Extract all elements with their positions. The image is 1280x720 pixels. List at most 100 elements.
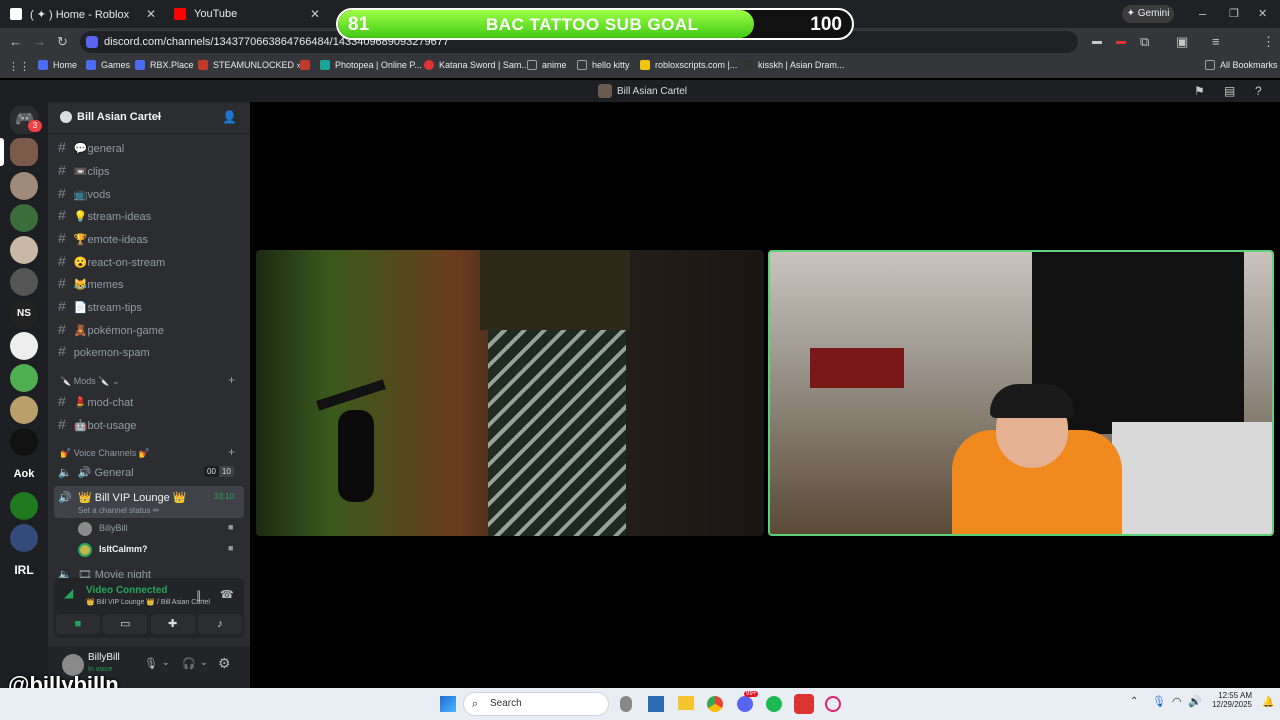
server-icon[interactable] xyxy=(10,524,38,552)
notifications-bell-icon[interactable]: 🔔 xyxy=(1262,697,1274,708)
close-tab-icon[interactable]: ✕ xyxy=(146,7,156,21)
server-icon[interactable] xyxy=(10,492,38,520)
screen-share-icon[interactable]: ▭ xyxy=(103,614,148,634)
category-mods[interactable]: 🔪 Mods 🔪 ⌄ xyxy=(60,376,119,387)
settings-gear-icon[interactable]: ⚙ xyxy=(218,655,231,672)
server-irl[interactable]: IRL xyxy=(10,556,38,584)
channel-vods[interactable]: # 📺vods xyxy=(58,185,111,201)
channel-emote-ideas[interactable]: # 🏆emote-ideas xyxy=(58,230,148,246)
close-window-icon[interactable]: ✕ xyxy=(1258,7,1267,21)
channel-stream-ideas[interactable]: # 💡stream-ideas xyxy=(58,207,151,223)
discord-home-icon[interactable]: 🎮 3 xyxy=(10,106,42,134)
add-channel-icon[interactable]: + xyxy=(228,445,235,459)
tab-youtube[interactable]: YouTube ✕ xyxy=(164,0,328,28)
file-explorer-icon[interactable] xyxy=(678,696,694,710)
channel-stream-tips[interactable]: # 📄stream-tips xyxy=(58,298,142,314)
server-icon[interactable] xyxy=(10,204,38,232)
apps-grid-icon[interactable]: ⋮⋮ xyxy=(8,60,30,74)
clock[interactable]: 12:55 AM 12/29/2025 xyxy=(1208,691,1252,709)
inbox-icon[interactable]: ▤ xyxy=(1224,84,1235,98)
sidebar-icon[interactable]: ▣ xyxy=(1176,35,1188,49)
bookmark-steamunlocked[interactable]: STEAMUNLOCKED »... xyxy=(198,60,309,70)
channel-memes[interactable]: # 😹memes xyxy=(58,275,124,291)
voice-channel-movie-night[interactable]: 🔈 🎞 Movie night xyxy=(58,568,151,578)
category-voice-channels[interactable]: 💅 Voice Channels 💅 xyxy=(60,448,150,459)
all-bookmarks[interactable]: All Bookmarks xyxy=(1205,60,1278,70)
help-icon[interactable]: ? xyxy=(1255,84,1262,98)
server-icon[interactable] xyxy=(10,396,38,424)
bookmark-hello-kitty[interactable]: hello kitty xyxy=(577,60,630,70)
bookmark-anime[interactable]: anime xyxy=(527,60,567,70)
server-bill-asian-cartel[interactable] xyxy=(10,138,38,166)
back-icon[interactable]: ← xyxy=(9,35,22,49)
disconnect-icon[interactable]: ☎ xyxy=(220,588,234,601)
video-tile-streamer[interactable] xyxy=(768,250,1274,536)
video-tile-camera[interactable] xyxy=(256,250,764,536)
app-icon[interactable] xyxy=(620,696,632,712)
channel-bot-usage[interactable]: # 🤖bot-usage xyxy=(58,416,136,432)
channel-pokemon-game[interactable]: # 🧸pokémon-game xyxy=(58,321,164,337)
microphone-icon[interactable]: 🎙 xyxy=(144,657,158,670)
connection-location[interactable]: 👑 Bill VIP Lounge 👑 / Bill Asian Cartel xyxy=(86,598,210,606)
gemini-button[interactable]: ✦ Gemini xyxy=(1122,5,1174,23)
opera-icon[interactable] xyxy=(825,696,841,712)
voice-member[interactable]: IsItCalmm? ■ xyxy=(78,542,238,558)
volume-icon[interactable]: 🔊 xyxy=(1188,695,1202,708)
server-icon[interactable] xyxy=(10,236,38,264)
activities-icon[interactable]: ✚ xyxy=(150,614,195,634)
headphones-icon[interactable]: 🎧 xyxy=(182,657,196,670)
server-icon[interactable] xyxy=(10,268,38,296)
server-icon[interactable] xyxy=(10,364,38,392)
voice-member[interactable]: BillyBill ■ xyxy=(78,521,238,537)
server-icon[interactable] xyxy=(10,172,38,200)
voice-channel-bill-vip-lounge[interactable]: 🔊 👑 Bill VIP Lounge 👑 33:10 Set a channe… xyxy=(54,486,244,518)
bookmark-kisskh[interactable]: kisskh | Asian Dram... xyxy=(743,60,844,70)
bookmark-katana[interactable]: Katana Sword | Sam... xyxy=(424,60,529,70)
wifi-icon[interactable]: ◠ xyxy=(1172,695,1182,708)
forward-icon[interactable]: → xyxy=(33,35,46,49)
app-icon[interactable] xyxy=(794,694,814,714)
channel-status[interactable]: Set a channel status ✏ xyxy=(78,506,159,515)
bookmark-unnamed[interactable] xyxy=(300,60,315,70)
spotify-icon[interactable] xyxy=(766,696,782,712)
close-tab-icon[interactable]: ✕ xyxy=(310,7,320,21)
minimize-icon[interactable]: – xyxy=(1199,7,1206,21)
server-icon[interactable] xyxy=(10,428,38,456)
reload-icon[interactable]: ↻ xyxy=(57,35,68,49)
menu-dots-icon[interactable]: ⋮ xyxy=(1262,35,1275,49)
soundboard-icon[interactable]: ♪ xyxy=(197,614,242,634)
invite-icon[interactable]: 👤 xyxy=(222,110,237,124)
extensions-puzzle-icon[interactable]: ⧉ xyxy=(1140,35,1149,49)
channel-general[interactable]: # 💬general xyxy=(58,139,124,155)
chevron-up-icon[interactable]: ⌃ xyxy=(1130,696,1138,707)
camera-toggle-icon[interactable]: ■ xyxy=(56,614,100,634)
tab-search-icon[interactable]: ≡ xyxy=(1212,35,1220,49)
restore-icon[interactable]: ❐ xyxy=(1229,7,1239,21)
add-channel-icon[interactable]: + xyxy=(228,373,235,387)
extension-icon[interactable]: ▬ xyxy=(1116,35,1126,49)
chevron-down-icon[interactable]: ⌄ xyxy=(162,657,170,668)
noise-suppression-icon[interactable]: ∥ xyxy=(196,589,202,602)
bookmark-home[interactable]: Home xyxy=(38,60,77,70)
voice-channel-general[interactable]: 🔈 🔊 General xyxy=(58,466,134,479)
flag-icon[interactable]: ⚑ xyxy=(1194,84,1205,98)
server-aok[interactable]: Aok xyxy=(10,460,38,488)
taskbar-search[interactable]: ⌕ Search xyxy=(463,692,609,716)
windows-start-icon[interactable] xyxy=(440,696,456,712)
bookmark-rbxplace[interactable]: RBX.Place xyxy=(135,60,194,70)
channel-pokemon-spam[interactable]: # pokemon-spam xyxy=(58,343,150,359)
bookmark-games[interactable]: Games xyxy=(86,60,130,70)
tab-roblox[interactable]: ( ✦ ) Home - Roblox ✕ xyxy=(0,0,164,28)
channel-clips[interactable]: # 📼clips xyxy=(58,162,110,178)
discord-taskbar-icon[interactable] xyxy=(737,696,753,712)
channel-mod-chat[interactable]: # 💄mod-chat xyxy=(58,393,133,409)
channel-react-on-stream[interactable]: # 😮react-on-stream xyxy=(58,253,165,269)
server-icon[interactable] xyxy=(10,332,38,360)
bookmark-robloxscripts[interactable]: robloxscripts.com |... xyxy=(640,60,737,70)
server-ns[interactable]: NS xyxy=(10,300,38,328)
server-header[interactable]: Bill Asian Cartel ⌄ 👤 xyxy=(48,102,250,134)
app-icon[interactable] xyxy=(648,696,664,712)
extension-icon[interactable]: ▬ xyxy=(1092,35,1102,49)
chrome-icon[interactable] xyxy=(707,696,723,712)
chevron-down-icon[interactable]: ⌄ xyxy=(200,657,208,668)
